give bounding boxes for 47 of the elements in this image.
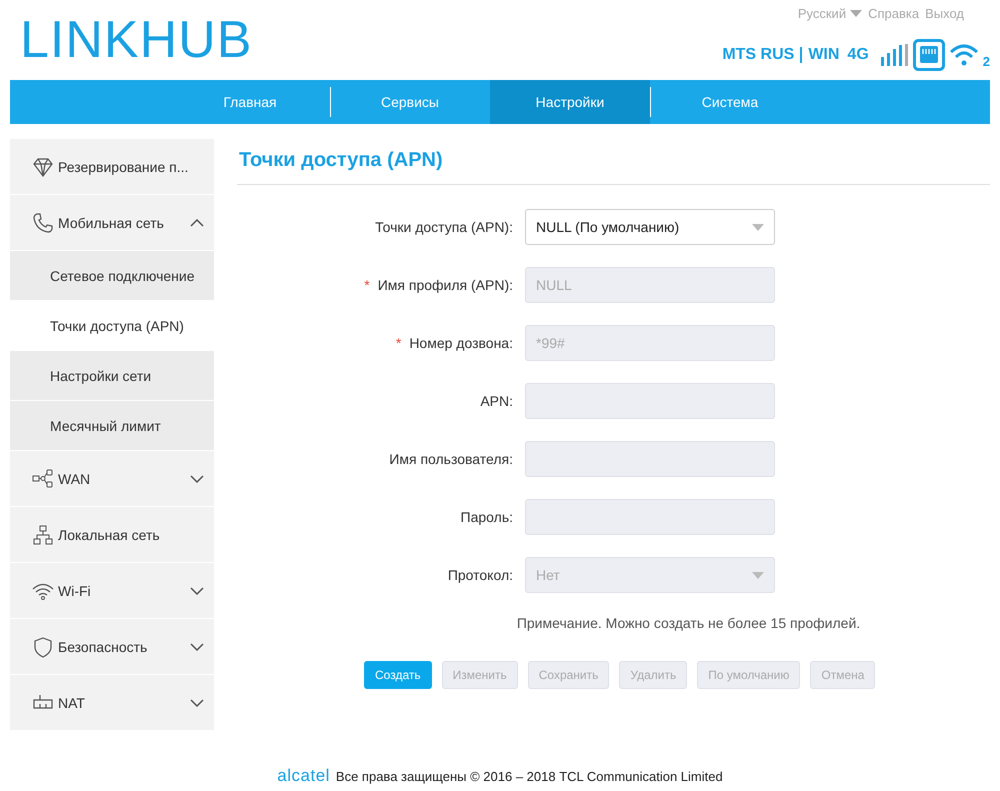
- top-link[interactable]: Справка: [868, 6, 920, 21]
- field-label: Пароль:: [460, 509, 513, 525]
- nav-tab[interactable]: Главная: [170, 80, 330, 124]
- nav-tab[interactable]: Система: [650, 80, 810, 124]
- wifi-icon: [948, 43, 979, 67]
- action-button[interactable]: Создать: [364, 661, 432, 689]
- logo: LINKHUB: [20, 10, 252, 71]
- required-marker: *: [364, 277, 370, 293]
- caret-icon: [752, 224, 764, 230]
- sidebar-item[interactable]: Локальная сеть: [10, 507, 214, 562]
- note-text: Примечание. Можно создать не более 15 профилей.: [516, 615, 862, 631]
- page-title: Точки доступа (APN): [237, 149, 990, 185]
- network-nodes-icon: [32, 468, 54, 490]
- brand-logo: alcatel: [277, 766, 330, 786]
- copyright-text: Все права защищены © 2016 – 2018 TCL Communication Limited: [336, 768, 723, 784]
- wifi-client-count: 2: [982, 54, 990, 69]
- lan-icon: [32, 524, 54, 546]
- nav-tab[interactable]: Сервисы: [330, 80, 490, 124]
- top-link[interactable]: Русский: [798, 6, 846, 21]
- sidebar-item[interactable]: WAN: [10, 451, 214, 506]
- field-label: Имя профиля (APN):: [378, 277, 513, 293]
- required-marker: *: [396, 335, 402, 351]
- nav-tab[interactable]: Настройки: [490, 80, 650, 124]
- field-label: Номер дозвона:: [409, 335, 513, 351]
- sidebar-item[interactable]: Wi-Fi: [10, 563, 214, 618]
- sidebar-subitem[interactable]: Месячный лимит: [10, 401, 214, 450]
- sidebar-subitem[interactable]: Сетевое подключение: [10, 251, 214, 300]
- sidebar-item[interactable]: Безопасность: [10, 619, 214, 674]
- field-label: Точки доступа (APN):: [375, 219, 513, 235]
- phone-icon: [32, 212, 54, 234]
- network-type: 4G: [847, 46, 869, 64]
- sidebar-item[interactable]: Резервирование п...: [10, 139, 214, 194]
- operator-name: MTS RUS: [722, 46, 794, 64]
- sidebar-subitem[interactable]: Настройки сети: [10, 351, 214, 400]
- top-link[interactable]: Выход: [925, 6, 964, 21]
- sidebar-item[interactable]: NAT: [10, 675, 214, 730]
- caret-icon: [752, 572, 764, 578]
- shield-icon: [32, 636, 54, 658]
- field-label: Протокол:: [448, 567, 513, 583]
- network-name: WIN: [808, 46, 840, 64]
- diamond-icon: [32, 156, 54, 178]
- sidebar-item[interactable]: Мобильная сеть: [10, 195, 214, 250]
- field-label: Имя пользователя:: [389, 451, 513, 467]
- signal-icon: [880, 44, 909, 66]
- field-label: APN:: [480, 393, 513, 409]
- dropdown[interactable]: NULL (По умолчанию): [525, 209, 775, 245]
- ethernet-icon: [912, 39, 945, 71]
